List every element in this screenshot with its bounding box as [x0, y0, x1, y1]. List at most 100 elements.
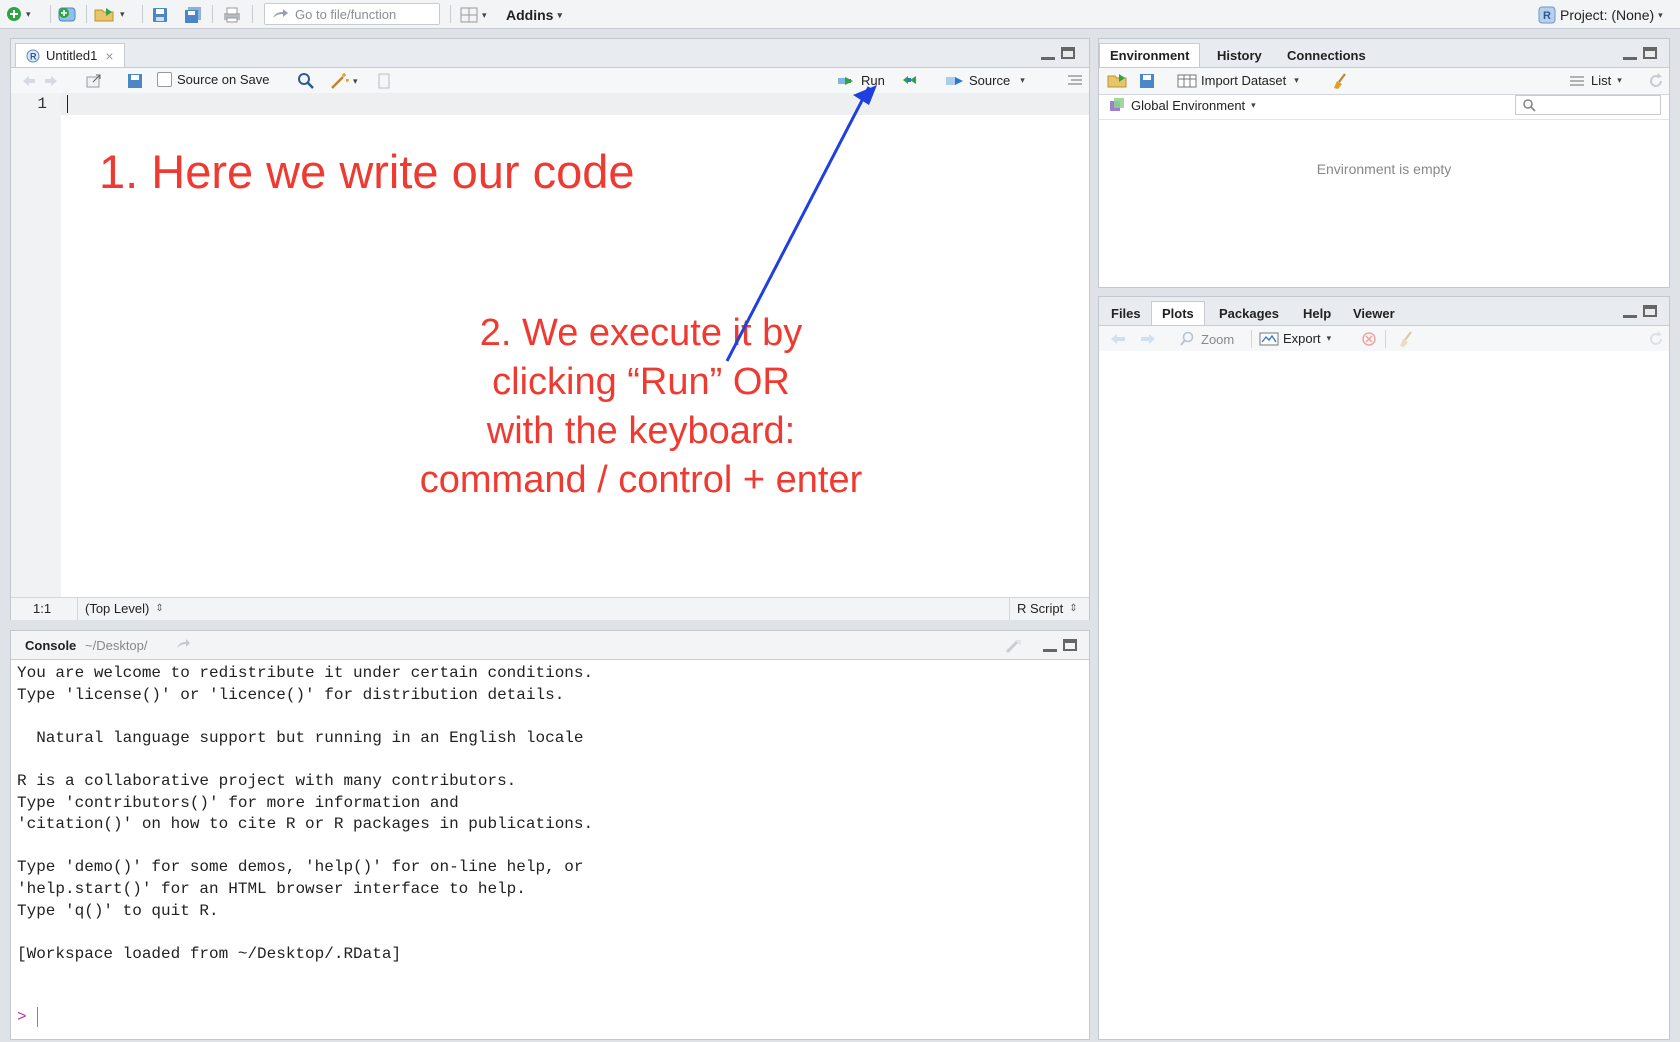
- remove-plot-icon[interactable]: [1361, 331, 1377, 347]
- save-button[interactable]: [152, 4, 168, 26]
- new-file-button[interactable]: ▾: [6, 3, 31, 25]
- scope-selector[interactable]: (Top Level) ⇕: [85, 601, 164, 616]
- global-environment-selector[interactable]: Global Environment ▾: [1109, 97, 1256, 113]
- zoom-label: Zoom: [1201, 331, 1235, 347]
- forward-arrow-icon[interactable]: [1139, 331, 1157, 347]
- print-icon: [222, 7, 242, 23]
- maximize-icon[interactable]: [1063, 639, 1077, 651]
- zoom-button[interactable]: Zoom: [1179, 331, 1234, 347]
- open-file-button[interactable]: ▾: [94, 3, 125, 25]
- console-cursor: [36, 1007, 38, 1027]
- refresh-icon[interactable]: [1647, 330, 1665, 348]
- divider: [1009, 598, 1010, 620]
- list-icon: [1569, 75, 1585, 87]
- tab-plots[interactable]: Plots: [1151, 301, 1205, 325]
- console-line: Type 'demo()' for some demos, 'help()' f…: [17, 858, 584, 877]
- chevron-down-icon: ▾: [482, 9, 487, 20]
- clear-console-icon[interactable]: [1003, 637, 1025, 653]
- grid-icon: [460, 7, 478, 23]
- environment-empty-message: Environment is empty: [1316, 161, 1452, 177]
- divider: [212, 5, 213, 23]
- save-all-button[interactable]: [184, 4, 202, 26]
- project-label: Project: (None): [1560, 7, 1655, 23]
- refresh-icon[interactable]: [1647, 72, 1665, 90]
- maximize-icon[interactable]: [1643, 305, 1657, 317]
- tab-label: Connections: [1287, 47, 1366, 63]
- console-line: Type 'q()' to quit R.: [17, 901, 219, 920]
- back-arrow-icon[interactable]: [1109, 331, 1127, 347]
- tab-label: History: [1217, 47, 1262, 63]
- tab-files[interactable]: Files: [1101, 301, 1151, 325]
- console-line: Type 'contributors()' for more informati…: [17, 793, 459, 812]
- console-tab[interactable]: Console: [25, 638, 76, 653]
- goto-file-input[interactable]: Go to file/function: [264, 3, 440, 25]
- tab-packages[interactable]: Packages: [1209, 301, 1289, 325]
- chevron-down-icon: ▾: [120, 8, 125, 19]
- new-file-icon: [6, 6, 22, 22]
- console-prompt: >: [17, 1008, 27, 1026]
- updown-icon: ⇕: [155, 603, 164, 614]
- export-label: Export: [1283, 331, 1321, 346]
- addins-menu[interactable]: Addins ▾: [506, 4, 562, 26]
- minimize-icon[interactable]: [1623, 53, 1637, 60]
- new-project-button[interactable]: [56, 3, 78, 25]
- source-editor-panel: R Untitled1 × Source on Save ▾ Run Sourc…: [10, 38, 1090, 620]
- chevron-down-icon: ▾: [557, 9, 562, 20]
- divider: [77, 598, 78, 620]
- console-prompt-line[interactable]: >: [17, 1007, 38, 1027]
- console-line: R is a collaborative project with many c…: [17, 771, 517, 790]
- file-type-selector[interactable]: R Script ⇕: [1017, 601, 1078, 616]
- clear-plots-icon[interactable]: [1397, 330, 1417, 348]
- divider: [1385, 330, 1386, 348]
- chevron-down-icon: ▾: [1658, 9, 1663, 20]
- env-search-input[interactable]: [1515, 95, 1661, 115]
- environment-panel: Environment History Connections Import D…: [1098, 38, 1670, 288]
- chevron-down-icon: ▾: [1326, 333, 1332, 343]
- minimize-icon[interactable]: [1043, 645, 1057, 652]
- scope-label: (Top Level): [85, 601, 150, 616]
- console-line: 'help.start()' for an HTML browser inter…: [17, 879, 526, 898]
- tab-label: Files: [1111, 305, 1141, 321]
- project-menu[interactable]: R Project: (None) ▾: [1538, 4, 1663, 26]
- console-line: You are welcome to redistribute it under…: [17, 664, 594, 682]
- chevron-down-icon: ▾: [1294, 75, 1299, 85]
- console-header: Console ~/Desktop/: [11, 631, 1089, 660]
- maximize-icon[interactable]: [1643, 47, 1657, 59]
- tab-connections[interactable]: Connections: [1277, 43, 1376, 67]
- workspace-panes-button[interactable]: ▾: [460, 4, 487, 26]
- env-tabstrip: Environment History Connections: [1099, 39, 1669, 68]
- print-button[interactable]: [222, 4, 242, 26]
- console-panel: Console ~/Desktop/ You are welcome to re…: [10, 630, 1090, 1040]
- import-dataset-button[interactable]: Import Dataset ▾: [1177, 73, 1299, 88]
- save-all-icon: [184, 7, 202, 23]
- arrow-head: [853, 85, 877, 105]
- broom-icon[interactable]: [1331, 72, 1351, 90]
- minimize-icon[interactable]: [1623, 311, 1637, 318]
- tab-help[interactable]: Help: [1293, 301, 1341, 325]
- updown-icon: ⇕: [1069, 603, 1078, 614]
- tab-label: Viewer: [1353, 305, 1395, 321]
- console-line: [Workspace loaded from ~/Desktop/.RData]: [17, 944, 402, 963]
- console-line: Type 'license()' or 'licence()' for dist…: [17, 685, 565, 704]
- tab-environment[interactable]: Environment: [1099, 43, 1201, 67]
- save-workspace-icon[interactable]: [1139, 73, 1155, 89]
- r-project-icon: R: [1538, 6, 1556, 24]
- export-button[interactable]: Export ▾: [1259, 331, 1331, 346]
- tab-viewer[interactable]: Viewer: [1343, 301, 1405, 325]
- load-workspace-icon[interactable]: [1107, 72, 1129, 88]
- environment-cube-icon: [1109, 97, 1125, 113]
- env-subheader: Global Environment ▾: [1099, 93, 1669, 120]
- save-icon: [152, 7, 168, 23]
- go-to-directory-icon[interactable]: [175, 637, 191, 651]
- cursor-position: 1:1: [33, 601, 52, 616]
- tab-history[interactable]: History: [1207, 43, 1272, 67]
- list-view-menu[interactable]: List ▾: [1569, 73, 1622, 88]
- files-tabstrip: Files Plots Packages Help Viewer: [1099, 297, 1669, 326]
- console-output: You are welcome to redistribute it under…: [17, 663, 1077, 965]
- import-dataset-label: Import Dataset: [1201, 73, 1287, 88]
- main-toolbar: ▾ ▾ Go to file/function ▾ Addins ▾ R Pro…: [0, 0, 1680, 29]
- list-label: List: [1591, 73, 1612, 88]
- new-project-icon: [56, 5, 78, 23]
- divider: [450, 5, 451, 23]
